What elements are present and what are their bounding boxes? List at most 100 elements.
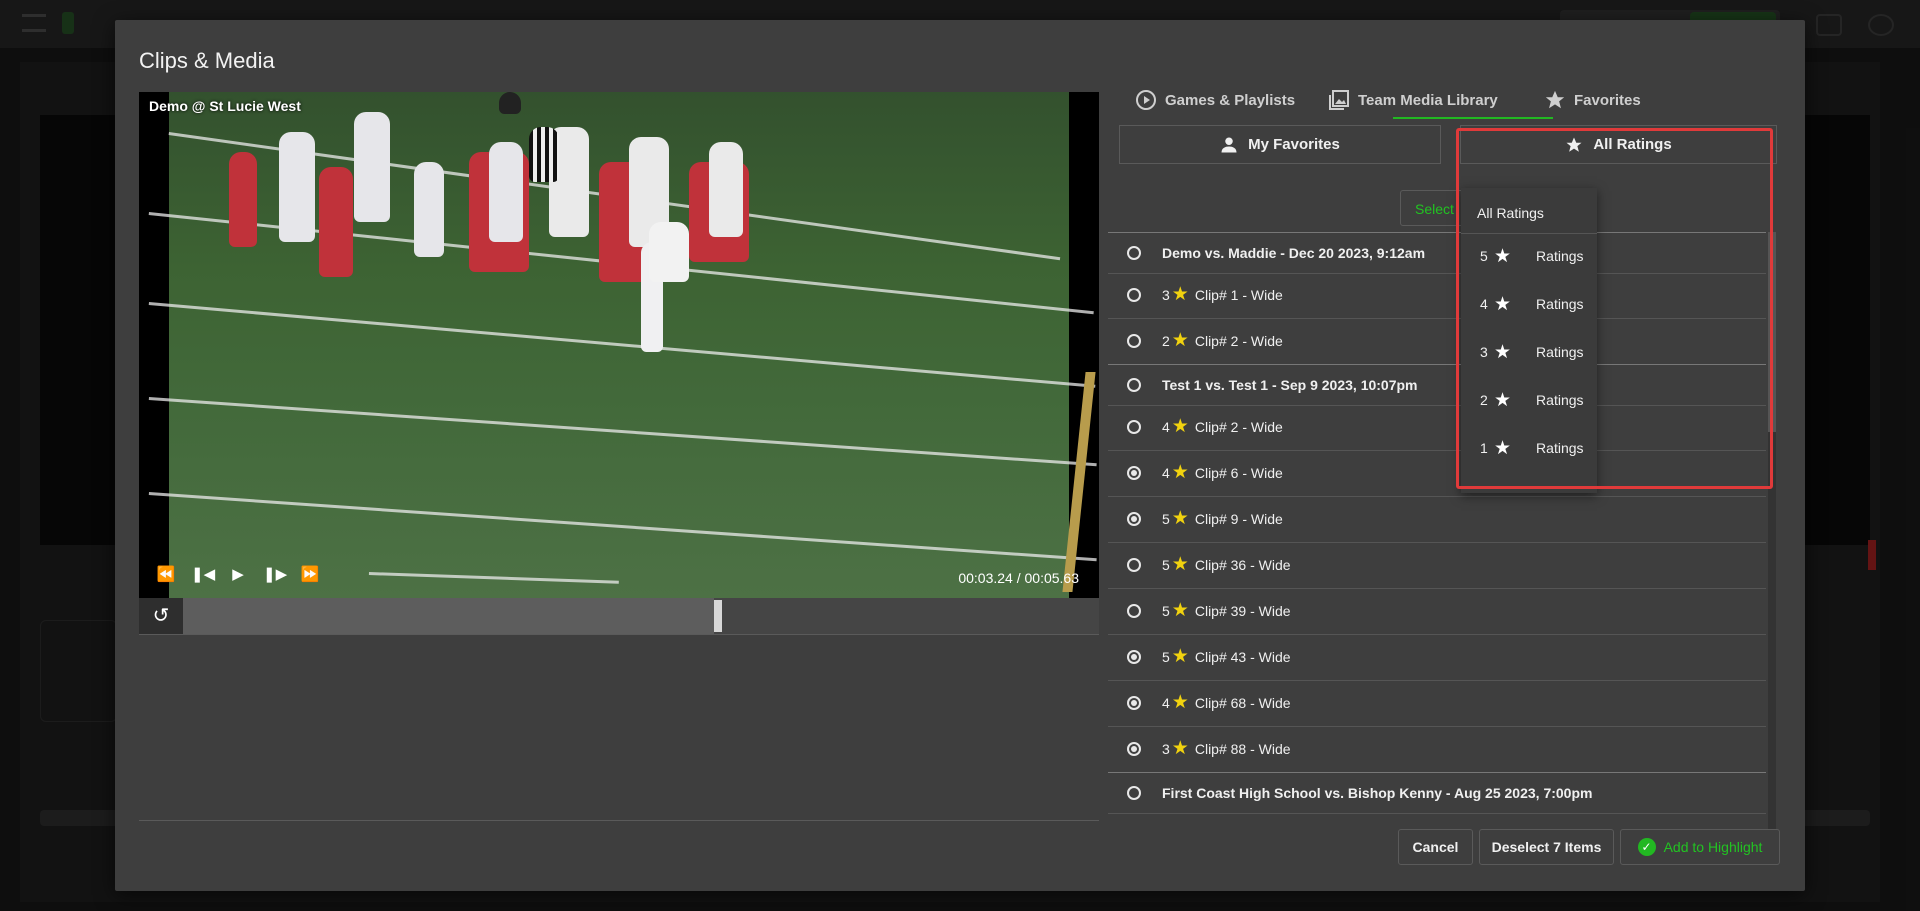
tab-label: Favorites (1574, 91, 1641, 109)
clip-row[interactable]: 5 ★ Clip# 9 - Wide (1108, 496, 1766, 543)
add-to-highlight-button[interactable]: ✓ Add to Highlight (1620, 829, 1780, 865)
player (489, 142, 523, 242)
select-radio[interactable] (1127, 420, 1141, 434)
star-icon: ★ (1494, 293, 1512, 315)
my-favorites-button[interactable]: My Favorites (1119, 125, 1441, 164)
clip-row[interactable]: 4 ★ Clip# 2 - Wide (1108, 404, 1766, 451)
clip-row[interactable]: 2 ★ Clip# 2 - Wide (1108, 318, 1766, 365)
star-icon: ★ (1171, 600, 1189, 621)
select-radio[interactable] (1127, 288, 1141, 302)
referee (529, 127, 559, 182)
select-radio[interactable] (1127, 512, 1141, 526)
ratings-dropdown: All Ratings 5 ★ Ratings 4 ★ Ratings 3 ★ Ratings 2… (1461, 188, 1597, 493)
game-group-row[interactable]: Test 1 vs. Test 1 - Sep 9 2023, 10:07pm (1108, 364, 1766, 406)
clip-title: Clip# 68 - Wide (1194, 695, 1291, 711)
clip-row[interactable]: 4 ★ Clip# 68 - Wide (1108, 680, 1766, 727)
play-circle-icon (1136, 90, 1156, 110)
select-radio[interactable] (1127, 650, 1141, 664)
select-radio[interactable] (1127, 246, 1141, 260)
clip-row[interactable]: 5 ★ Clip# 43 - Wide (1108, 634, 1766, 681)
rating-value: 5 (1480, 248, 1488, 264)
select-radio[interactable] (1127, 742, 1141, 756)
dropdown-item-label: Ratings (1536, 344, 1584, 360)
rating-value: 1 (1480, 440, 1488, 456)
row-text: 5 ★ Clip# 9 - Wide (1162, 496, 1283, 542)
clip-row[interactable]: 5 ★ Clip# 36 - Wide (1108, 542, 1766, 589)
star-icon: ★ (1171, 416, 1189, 437)
select-radio[interactable] (1127, 558, 1141, 572)
rating-value: 3 (1162, 741, 1170, 757)
game-group-row[interactable]: Demo vs. Maddie - Dec 20 2023, 9:12am (1108, 232, 1766, 274)
step-back-icon[interactable]: ❚◀ (191, 566, 215, 584)
clip-title: Clip# 2 - Wide (1194, 333, 1283, 349)
dropdown-item-rating-2[interactable]: 2 ★ Ratings (1461, 380, 1597, 420)
replay-icon[interactable]: ↺ (139, 598, 183, 634)
row-text: 3 ★ Clip# 88 - Wide (1162, 726, 1291, 772)
divider (139, 820, 1099, 821)
clip-row[interactable]: 4 ★ Clip# 6 - Wide (1108, 450, 1766, 497)
fast-forward-icon[interactable]: ⏩ (299, 566, 321, 584)
scrubber-handle[interactable] (714, 600, 722, 632)
scrollbar-thumb[interactable] (1768, 232, 1776, 432)
rewind-icon[interactable]: ⏪ (155, 566, 177, 584)
star-icon (1566, 137, 1582, 152)
dropdown-item-rating-1[interactable]: 1 ★ Ratings (1461, 428, 1597, 468)
player (649, 222, 689, 282)
tab-games-playlists[interactable]: Games & Playlists (1135, 82, 1295, 118)
game-title: First Coast High School vs. Bishop Kenny… (1162, 785, 1593, 801)
game-group-row[interactable]: First Coast High School vs. Bishop Kenny… (1108, 772, 1766, 814)
select-radio[interactable] (1127, 334, 1141, 348)
row-text: 4 ★ Clip# 68 - Wide (1162, 680, 1291, 726)
row-text: 5 ★ Clip# 36 - Wide (1162, 542, 1291, 588)
clip-title: Clip# 1 - Wide (1194, 287, 1283, 303)
yard-line (148, 492, 1097, 562)
rating-value: 5 (1162, 557, 1170, 573)
select-radio[interactable] (1127, 378, 1141, 392)
all-ratings-button[interactable]: All Ratings (1460, 125, 1777, 164)
dropdown-item-label: Ratings (1536, 296, 1584, 312)
row-text: 5 ★ Clip# 43 - Wide (1162, 634, 1291, 680)
star-icon: ★ (1494, 437, 1512, 459)
clip-title: Clip# 39 - Wide (1194, 603, 1291, 619)
select-radio[interactable] (1127, 696, 1141, 710)
rating-value: 2 (1480, 392, 1488, 408)
dropdown-item-rating-5[interactable]: 5 ★ Ratings (1461, 236, 1597, 276)
play-icon[interactable]: ▶ (227, 566, 249, 584)
clip-title: Clip# 36 - Wide (1194, 557, 1291, 573)
row-text: Demo vs. Maddie - Dec 20 2023, 9:12am (1162, 233, 1425, 273)
star-icon: ★ (1494, 389, 1512, 411)
star-icon: ★ (1494, 341, 1512, 363)
row-text: First Coast High School vs. Bishop Kenny… (1162, 773, 1592, 813)
photo-library-icon (1329, 90, 1349, 110)
step-forward-icon[interactable]: ❚▶ (263, 566, 287, 584)
clip-row[interactable]: 3 ★ Clip# 88 - Wide (1108, 726, 1766, 773)
select-radio[interactable] (1127, 604, 1141, 618)
cancel-button[interactable]: Cancel (1398, 829, 1473, 865)
clip-title: Clip# 6 - Wide (1194, 465, 1283, 481)
clip-row[interactable]: 3 ★ Clip# 1 - Wide (1108, 272, 1766, 319)
dropdown-item-rating-4[interactable]: 4 ★ Ratings (1461, 284, 1597, 324)
scrubber[interactable]: ↺ (139, 598, 1099, 635)
player (414, 162, 444, 257)
scrubber-progress (183, 598, 714, 634)
my-favorites-label: My Favorites (1248, 136, 1340, 153)
dropdown-item-rating-3[interactable]: 3 ★ Ratings (1461, 332, 1597, 372)
star-icon: ★ (1171, 462, 1189, 483)
select-button[interactable]: Select (1400, 190, 1466, 226)
select-radio[interactable] (1127, 786, 1141, 800)
row-text: 5 ★ Clip# 39 - Wide (1162, 588, 1291, 634)
rating-value: 4 (1162, 419, 1170, 435)
clip-row[interactable]: 5 ★ Clip# 39 - Wide (1108, 588, 1766, 635)
deselect-button[interactable]: Deselect 7 Items (1479, 829, 1614, 865)
clip-title: Clip# 88 - Wide (1194, 741, 1291, 757)
tab-favorites[interactable]: Favorites (1544, 82, 1641, 118)
clip-title: Clip# 43 - Wide (1194, 649, 1291, 665)
check-circle-icon: ✓ (1637, 838, 1656, 856)
player (354, 112, 390, 222)
dropdown-item-all-ratings[interactable]: All Ratings (1461, 193, 1597, 234)
tab-team-media-library[interactable]: Team Media Library (1328, 82, 1498, 118)
video-player[interactable]: Demo @ St Lucie West ⏪ ❚◀ ▶ ❚▶ ⏩ 00:03.2… (139, 92, 1099, 598)
game-title: Demo vs. Maddie - Dec 20 2023, 9:12am (1162, 245, 1426, 261)
select-radio[interactable] (1127, 466, 1141, 480)
dropdown-item-label: Ratings (1536, 248, 1584, 264)
